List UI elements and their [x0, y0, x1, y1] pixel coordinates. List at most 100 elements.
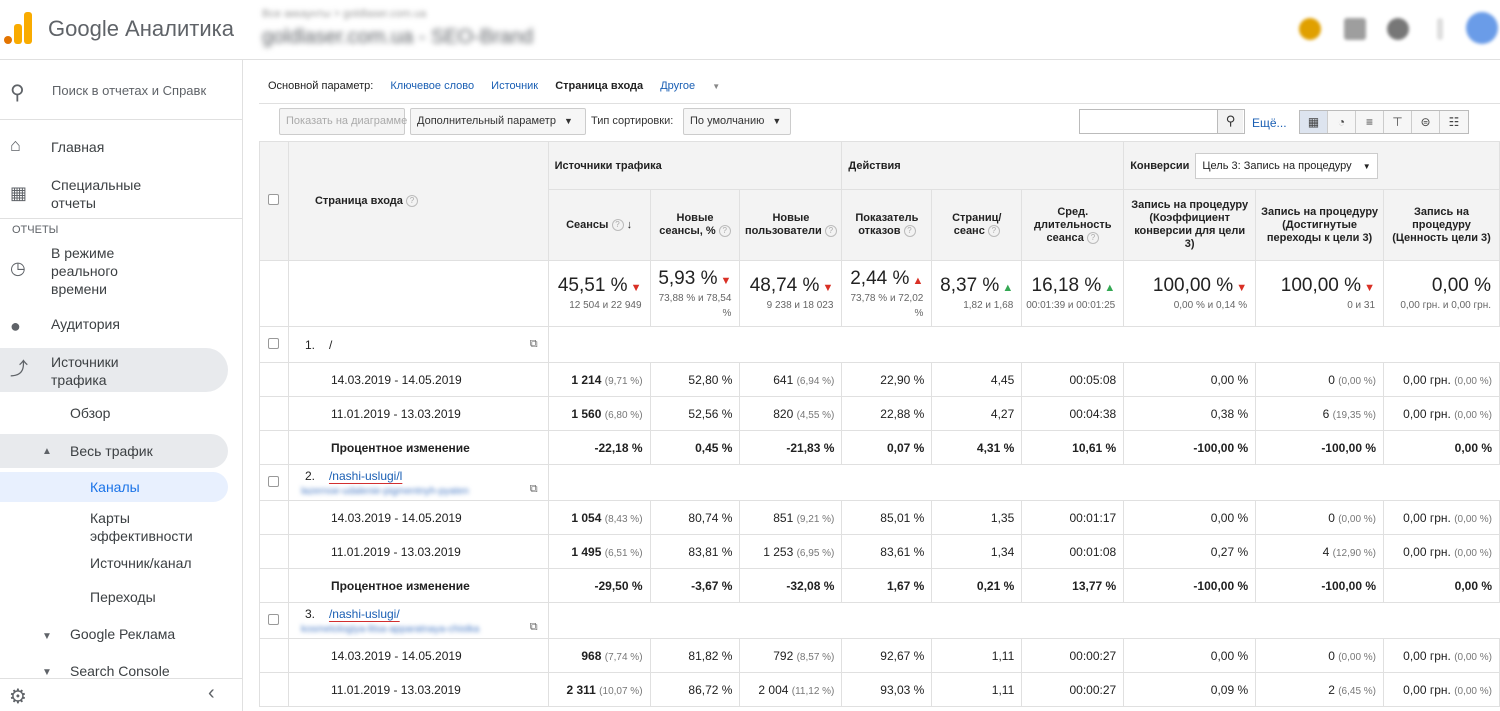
triangle-down-icon: ▼	[42, 631, 52, 642]
totals-value: 2,44 %	[850, 267, 910, 289]
dim-keyword[interactable]: Ключевое слово	[390, 80, 474, 92]
sort-arrow-icon[interactable]: ↓	[627, 219, 633, 231]
open-link-icon[interactable]: ⧉	[530, 338, 538, 351]
sidebar-item-label: Карты эффективности	[90, 510, 193, 544]
help-icon[interactable]: ?	[824, 225, 837, 238]
help-icon[interactable]: ?	[1086, 231, 1099, 244]
more-vert-icon[interactable]	[1437, 18, 1443, 40]
metric-value: 0,00 грн.	[1403, 682, 1451, 697]
help-icon[interactable]: ?	[903, 225, 916, 238]
table-row[interactable]: 3. /nashi-uslugi/kosmetologiya-litsa-appa…	[259, 602, 1500, 639]
plot-rows-button[interactable]: Показать на диаграмме	[279, 108, 407, 135]
dim-source[interactable]: Источник	[491, 80, 538, 92]
metric-header[interactable]: Запись на процедуру (Ценность цели 3)	[1383, 189, 1500, 261]
metric-header[interactable]: Новые сеансы, % ?	[649, 189, 741, 261]
sidebar-item-channels[interactable]: Каналы	[0, 472, 228, 502]
metric-cell: 0,45 %	[649, 430, 741, 465]
sidebar-item-acquisition[interactable]: ⤴ Источники трафика	[0, 348, 228, 392]
notifications-icon[interactable]	[1299, 18, 1321, 40]
metric-header-label: Запись на процедуру (Достигнутые переход…	[1261, 205, 1379, 244]
search-icon[interactable]: ⚲	[1217, 110, 1243, 133]
performance-view-icon[interactable]: ≡	[1356, 111, 1384, 133]
sidebar-item-source-medium[interactable]: Источник/канал	[0, 553, 228, 575]
term-cloud-icon[interactable]: ⊜	[1412, 111, 1440, 133]
select-all-checkbox[interactable]	[268, 194, 280, 205]
landing-page-header[interactable]: Страница входа ?	[287, 141, 549, 261]
landing-page-cell: 2. /nashi-uslugi/l lazernoe-udalenie-pigme…	[287, 464, 549, 501]
brand-title[interactable]: Google Аналитика	[48, 16, 234, 42]
metric-header[interactable]: Запись на процедуру (Достигнутые переход…	[1255, 189, 1385, 261]
row-checkbox[interactable]	[268, 337, 280, 349]
pivot-view-icon[interactable]: ☷	[1440, 111, 1468, 133]
metric-cell: 4 (12,90 %)	[1255, 534, 1385, 569]
table-row[interactable]: 1. / ⧉	[259, 326, 1500, 363]
sidebar-item-treemaps[interactable]: Карты эффективности	[0, 507, 228, 545]
analytics-logo-icon[interactable]	[4, 12, 34, 44]
help-icon[interactable]: ?	[718, 225, 731, 238]
sidebar-search[interactable]: ⚲ Поиск в отчетах и Справк	[0, 60, 243, 120]
help-icon[interactable]: ?	[611, 218, 624, 231]
goal-select[interactable]: Цель 3: Запись на процедуру ▼	[1195, 152, 1378, 179]
metric-value: 4,27	[990, 406, 1015, 421]
table-row[interactable]: 2. /nashi-uslugi/l lazernoe-udalenie-pigme…	[259, 464, 1500, 501]
dim-other[interactable]: Другое ▼	[660, 80, 734, 92]
metric-header[interactable]: Страниц/ сеанс ?	[931, 189, 1023, 261]
avatar[interactable]	[1466, 12, 1498, 44]
metric-value: 0	[1328, 648, 1335, 663]
comparison-view-icon[interactable]: ⊤	[1384, 111, 1412, 133]
metric-cell: -29,50 %	[547, 568, 651, 603]
gear-icon[interactable]: ⚙	[9, 684, 27, 709]
metric-header-label: Новые пользователи	[745, 212, 822, 237]
sort-type-select[interactable]: По умолчанию ▼	[683, 108, 791, 135]
pie-view-icon[interactable]: ◔	[1328, 111, 1356, 133]
goal-select-value: Цель 3: Запись на процедуру	[1202, 159, 1352, 172]
open-link-icon[interactable]: ⧉	[530, 621, 538, 634]
landing-page-link[interactable]: /	[329, 338, 332, 352]
metric-cell: 0,00 %	[1383, 430, 1500, 465]
metric-header-label: Сред. длительность сеанса	[1034, 205, 1112, 244]
landing-page-link[interactable]: /nashi-uslugi/	[329, 607, 400, 621]
sidebar-item-audience[interactable]: ● Аудитория	[0, 313, 228, 343]
apps-icon[interactable]	[1344, 18, 1366, 40]
metric-header[interactable]: Показатель отказов ?	[841, 189, 933, 261]
sidebar-item-all-traffic[interactable]: ▲ Весь трафик	[0, 434, 228, 468]
metric-cell: 1,34	[931, 534, 1023, 569]
metric-value: 13,77 %	[1072, 578, 1117, 593]
account-path[interactable]: Все аккаунты > goldlaser.com.ua	[262, 8, 426, 20]
metric-value: 2	[1328, 682, 1335, 697]
help-icon[interactable]: ?	[405, 195, 418, 208]
metric-value: 0,00 %	[1454, 578, 1492, 593]
row-checkbox-cell	[259, 326, 289, 363]
advanced-filter-link[interactable]: Ещё...	[1252, 116, 1287, 130]
help-icon[interactable]: ?	[987, 225, 1000, 238]
table-view-icon[interactable]: ▦	[1300, 111, 1328, 133]
metric-share: (0,00 %)	[1454, 651, 1492, 663]
metric-header[interactable]: Сред. длительность сеанса ?	[1021, 189, 1125, 261]
metric-cell: -100,00 %	[1123, 568, 1257, 603]
sidebar-item-home[interactable]: ⌂ Главная	[0, 132, 228, 162]
secondary-dimension-button[interactable]: Дополнительный параметр ▼	[410, 108, 586, 135]
row-checkbox[interactable]	[268, 613, 280, 625]
metric-value: 641	[773, 372, 794, 387]
group-acquisition: Источники трафика	[547, 141, 843, 190]
metric-header[interactable]: Сеансы ? ↓	[547, 189, 651, 261]
help-icon[interactable]	[1387, 18, 1409, 40]
row-checkbox[interactable]	[268, 475, 280, 487]
totals-compare: 9 238 и 18 023	[766, 300, 834, 311]
metric-value: -100,00 %	[1321, 440, 1377, 455]
sidebar-item-google-ads[interactable]: ▼ Google Реклама	[0, 624, 228, 646]
sidebar-item-overview[interactable]: Обзор	[0, 403, 228, 425]
landing-page-link[interactable]: /nashi-uslugi/l	[329, 469, 402, 483]
open-link-icon[interactable]: ⧉	[530, 483, 538, 496]
sidebar-item-custom[interactable]: ▦ Специальные отчеты	[0, 174, 228, 214]
view-selector[interactable]: goldlaser.com.ua - SEO-Brand	[262, 26, 533, 49]
collapse-chevron-icon[interactable]: ‹	[208, 682, 215, 705]
date-range-row: 14.03.2019 - 14.05.2019 1 214 (9,71 %) 52,…	[259, 362, 1500, 397]
metric-value: 1 560	[571, 406, 602, 421]
metric-value: 81,82 %	[688, 648, 733, 663]
sidebar-item-realtime[interactable]: ◷ В режиме реального времени	[0, 242, 228, 298]
metric-cell: 0,00 грн. (0,00 %)	[1383, 534, 1500, 569]
sidebar-item-referrals[interactable]: Переходы	[0, 587, 228, 609]
metric-header[interactable]: Новые пользователи ?	[739, 189, 843, 261]
metric-header[interactable]: Запись на процедуру (Коэффициент конверс…	[1123, 189, 1257, 261]
